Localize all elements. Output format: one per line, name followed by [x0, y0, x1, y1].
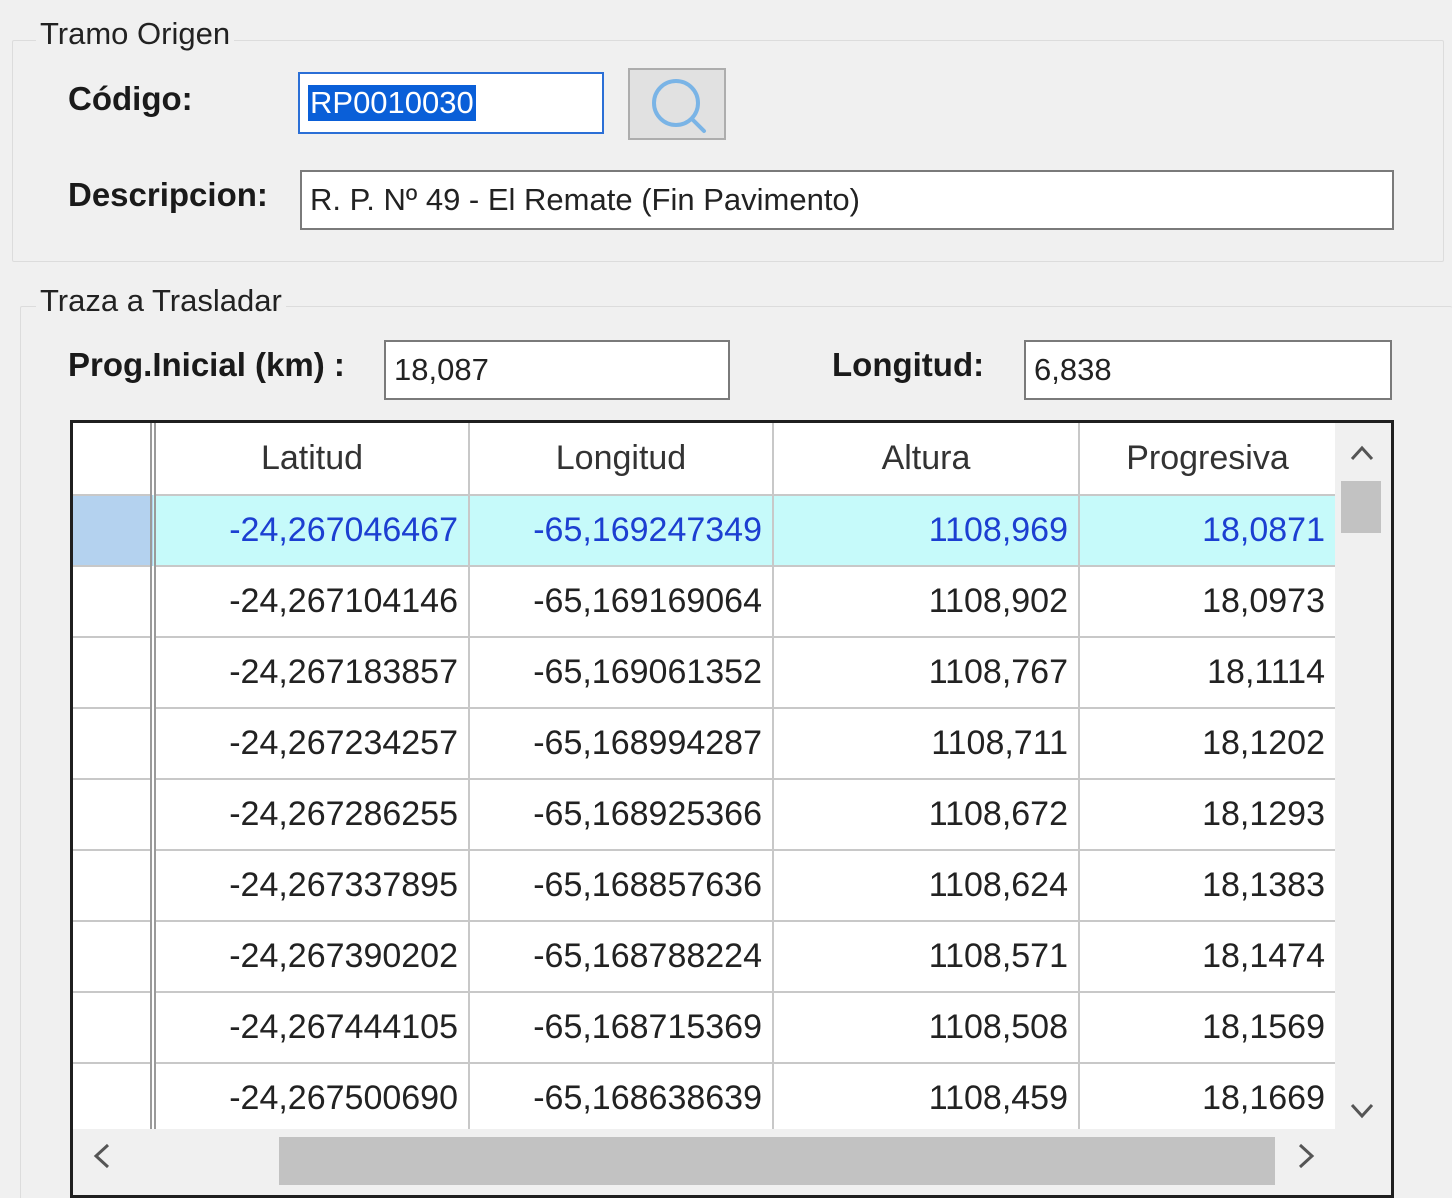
altura-cell[interactable]: 1108,571 — [772, 920, 1080, 993]
table-row[interactable]: -24,267444105 -65,168715369 1108,508 18,156… — [73, 991, 1337, 1064]
grid-table: Latitud Longitud Altura Progresiva -24,2… — [73, 423, 1337, 1135]
chevron-right-icon[interactable] — [1295, 1141, 1317, 1179]
longitud-cell[interactable]: -65,169247349 — [468, 494, 774, 567]
table-row[interactable]: -24,267183857 -65,169061352 1108,767 18,111… — [73, 636, 1337, 709]
altura-cell[interactable]: 1108,672 — [772, 778, 1080, 851]
table-row[interactable]: -24,267046467 -65,169247349 1108,969 18,087… — [73, 494, 1337, 567]
table-row[interactable]: -24,267337895 -65,168857636 1108,624 18,138… — [73, 849, 1337, 922]
longitud-cell[interactable]: -65,168994287 — [468, 707, 774, 780]
column-header-altura[interactable]: Altura — [772, 423, 1080, 496]
codigo-label: Código: — [68, 80, 193, 117]
descripcion-label: Descripcion: — [68, 176, 268, 213]
row-header[interactable] — [73, 707, 156, 780]
column-header-progresiva[interactable]: Progresiva — [1078, 423, 1337, 496]
longitud-cell[interactable]: -65,168715369 — [468, 991, 774, 1064]
table-row[interactable]: -24,267104146 -65,169169064 1108,902 18,097… — [73, 565, 1337, 638]
progresiva-cell[interactable]: 18,0973 — [1078, 565, 1337, 638]
column-header-latitud[interactable]: Latitud — [152, 423, 470, 496]
vertical-scroll-thumb[interactable] — [1341, 481, 1381, 533]
row-header-corner — [73, 423, 156, 496]
latitud-cell[interactable]: -24,267183857 — [152, 636, 470, 709]
latitud-cell[interactable]: -24,267390202 — [152, 920, 470, 993]
traza-trasladar-title: Traza a Trasladar — [36, 283, 286, 319]
prog-inicial-input[interactable]: 18,087 — [384, 340, 730, 400]
altura-cell[interactable]: 1108,711 — [772, 707, 1080, 780]
row-header[interactable] — [73, 565, 156, 638]
progresiva-cell[interactable]: 18,1293 — [1078, 778, 1337, 851]
progresiva-cell[interactable]: 18,1569 — [1078, 991, 1337, 1064]
search-button[interactable] — [628, 68, 726, 140]
latitud-cell[interactable]: -24,267500690 — [152, 1062, 470, 1135]
longitud-cell[interactable]: -65,169061352 — [468, 636, 774, 709]
grid-header-row: Latitud Longitud Altura Progresiva — [73, 423, 1337, 496]
coordinates-grid[interactable]: Latitud Longitud Altura Progresiva -24,2… — [70, 420, 1394, 1198]
chevron-left-icon[interactable] — [91, 1141, 113, 1179]
progresiva-cell[interactable]: 18,1114 — [1078, 636, 1337, 709]
altura-cell[interactable]: 1108,459 — [772, 1062, 1080, 1135]
latitud-cell[interactable]: -24,267286255 — [152, 778, 470, 851]
grid-body: -24,267046467 -65,169247349 1108,969 18,087… — [73, 494, 1337, 1135]
table-row[interactable]: -24,267286255 -65,168925366 1108,672 18,129… — [73, 778, 1337, 851]
latitud-cell[interactable]: -24,267046467 — [152, 494, 470, 567]
chevron-up-icon[interactable] — [1349, 437, 1375, 471]
vertical-scrollbar[interactable] — [1335, 423, 1391, 1129]
table-row[interactable]: -24,267390202 -65,168788224 1108,571 18,147… — [73, 920, 1337, 993]
horizontal-scroll-thumb[interactable] — [279, 1137, 1275, 1185]
longitud-label: Longitud: — [832, 346, 985, 383]
traslado-traza-dialog: Tramo Origen Código: RP0010030 Descripci… — [0, 0, 1452, 1198]
row-header[interactable] — [73, 849, 156, 922]
progresiva-cell[interactable]: 18,1474 — [1078, 920, 1337, 993]
column-header-longitud[interactable]: Longitud — [468, 423, 774, 496]
table-row[interactable]: -24,267500690 -65,168638639 1108,459 18,166… — [73, 1062, 1337, 1135]
row-header[interactable] — [73, 920, 156, 993]
latitud-cell[interactable]: -24,267104146 — [152, 565, 470, 638]
tramo-origen-title: Tramo Origen — [36, 16, 235, 52]
altura-cell[interactable]: 1108,902 — [772, 565, 1080, 638]
longitud-cell[interactable]: -65,168857636 — [468, 849, 774, 922]
codigo-input[interactable]: RP0010030 — [298, 72, 604, 134]
codigo-value: RP0010030 — [308, 85, 476, 121]
row-header[interactable] — [73, 494, 156, 567]
row-header[interactable] — [73, 636, 156, 709]
altura-cell[interactable]: 1108,508 — [772, 991, 1080, 1064]
longitud-input[interactable]: 6,838 — [1024, 340, 1392, 400]
horizontal-scrollbar[interactable] — [73, 1129, 1391, 1195]
progresiva-cell[interactable]: 18,1669 — [1078, 1062, 1337, 1135]
altura-cell[interactable]: 1108,624 — [772, 849, 1080, 922]
progresiva-cell[interactable]: 18,1383 — [1078, 849, 1337, 922]
longitud-cell[interactable]: -65,169169064 — [468, 565, 774, 638]
latitud-cell[interactable]: -24,267337895 — [152, 849, 470, 922]
progresiva-cell[interactable]: 18,0871 — [1078, 494, 1337, 567]
descripcion-input[interactable]: R. P. Nº 49 - El Remate (Fin Pavimento) — [300, 170, 1394, 230]
longitud-cell[interactable]: -65,168925366 — [468, 778, 774, 851]
longitud-cell[interactable]: -65,168638639 — [468, 1062, 774, 1135]
latitud-cell[interactable]: -24,267234257 — [152, 707, 470, 780]
progresiva-cell[interactable]: 18,1202 — [1078, 707, 1337, 780]
row-header[interactable] — [73, 1062, 156, 1135]
row-header[interactable] — [73, 778, 156, 851]
longitud-cell[interactable]: -65,168788224 — [468, 920, 774, 993]
latitud-cell[interactable]: -24,267444105 — [152, 991, 470, 1064]
row-header[interactable] — [73, 991, 156, 1064]
altura-cell[interactable]: 1108,969 — [772, 494, 1080, 567]
search-icon — [652, 79, 706, 133]
table-row[interactable]: -24,267234257 -65,168994287 1108,711 18,120… — [73, 707, 1337, 780]
chevron-down-icon[interactable] — [1349, 1095, 1375, 1129]
altura-cell[interactable]: 1108,767 — [772, 636, 1080, 709]
prog-inicial-label: Prog.Inicial (km) : — [68, 346, 345, 383]
